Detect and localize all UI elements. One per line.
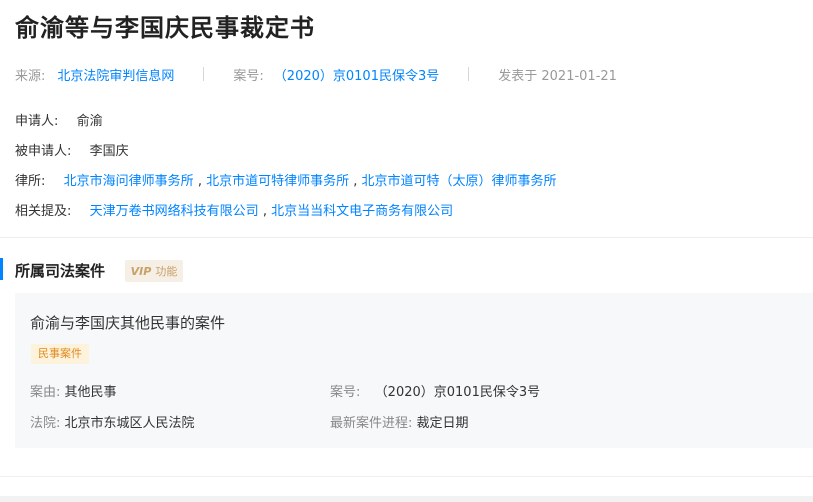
page-footer-band [0,496,813,502]
source-link[interactable]: 北京法院审判信息网 [57,65,174,84]
case-card-title[interactable]: 俞渝与李国庆其他民事的案件 [30,312,225,333]
meta-divider [468,67,470,81]
case-type-tag: 民事案件 [31,344,89,364]
mentions-label: 相关提及: [15,204,72,219]
section-accent-bar [0,258,3,280]
vip-badge[interactable]: VIP 功能 [125,260,183,282]
applicant-value: 俞渝 [76,114,103,129]
meta-divider [203,67,205,81]
applicant-label: 申请人: [15,114,59,129]
law-firm-link[interactable]: 北京市道可特律师事务所 [206,174,349,189]
case-card[interactable]: 俞渝与李国庆其他民事的案件 民事案件 案由: 其他民事 案号: （2020）京0… [15,293,813,448]
page-title: 俞渝等与李国庆民事裁定书 [15,14,315,42]
case-cause-value: 其他民事 [64,385,117,400]
case-court-label: 法院: [30,416,61,431]
respondent-value: 李国庆 [89,144,129,159]
divider [0,237,813,238]
law-firm-label: 律所: [15,174,46,189]
meta-bar: 来源: 北京法院审判信息网 案号: （2020）京0101民保令3号 发表于 2… [15,65,617,84]
case-number-label: 案号: [330,385,361,400]
case-cause-label: 案由: [30,385,61,400]
mentions-row: 相关提及: 天津万卷书网络科技有限公司 , 北京当当科文电子商务有限公司 [15,200,453,219]
case-court-value: 北京市东城区人民法院 [64,416,195,431]
case-number-value: （2020）京0101民保令3号 [374,385,541,400]
law-firm-link[interactable]: 北京市道可特（太原）律师事务所 [362,174,557,189]
law-firm-row: 律所: 北京市海问律师事务所 , 北京市道可特律师事务所 , 北京市道可特（太原… [15,170,557,189]
vip-feature-label: 功能 [155,265,178,278]
respondent-label: 被申请人: [15,144,72,159]
divider [0,476,813,477]
mention-link[interactable]: 北京当当科文电子商务有限公司 [271,204,453,219]
case-no-link[interactable]: （2020）京0101民保令3号 [274,65,439,84]
separator: , [197,174,202,189]
law-firm-link[interactable]: 北京市海问律师事务所 [64,174,194,189]
publish-date: 发表于 2021-01-21 [498,68,617,84]
respondent-row: 被申请人: 李国庆 [15,140,129,159]
source-label: 来源: [15,68,46,84]
separator: , [262,204,267,219]
section-title: 所属司法案件 [15,262,106,280]
vip-icon: VIP [130,264,152,278]
case-progress: 最新案件进程: 裁定日期 [330,412,469,431]
case-progress-value: 裁定日期 [416,416,469,431]
case-number: 案号: （2020）京0101民保令3号 [330,381,540,400]
mention-link[interactable]: 天津万卷书网络科技有限公司 [90,204,259,219]
case-no-label: 案号: [233,68,264,84]
case-progress-label: 最新案件进程: [330,416,413,431]
case-cause: 案由: 其他民事 [30,381,117,400]
applicant-row: 申请人: 俞渝 [15,110,103,129]
separator: , [353,174,358,189]
case-court: 法院: 北京市东城区人民法院 [30,412,195,431]
